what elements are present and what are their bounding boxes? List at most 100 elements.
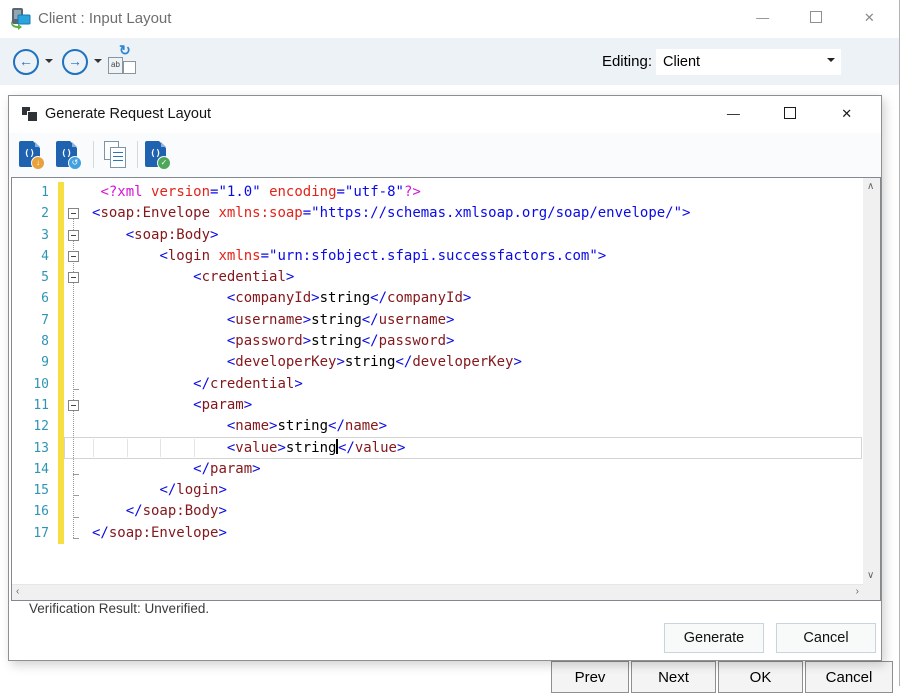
fold-margin xyxy=(64,374,86,395)
rename-ab-icon: ab xyxy=(108,57,123,74)
code-text: </login> xyxy=(86,480,227,501)
editor-content[interactable]: 1 <?xml version="1.0" encoding="utf-8"?>… xyxy=(12,178,880,600)
line-number: 12 xyxy=(12,416,58,437)
code-line[interactable]: 17</soap:Envelope> xyxy=(12,523,880,544)
line-number: 14 xyxy=(12,459,58,480)
verify-xml-button[interactable]: () ✓ xyxy=(145,141,166,167)
code-line[interactable]: 8 <password>string</password> xyxy=(12,331,880,352)
scroll-left-icon[interactable]: ‹ xyxy=(16,587,19,597)
main-maximize-button[interactable] xyxy=(789,0,842,38)
maximize-icon xyxy=(784,107,796,119)
dialog-minimize-button[interactable]: — xyxy=(705,96,762,133)
forward-dropdown-icon[interactable] xyxy=(94,59,102,67)
main-minimize-button[interactable]: — xyxy=(736,0,789,38)
cancel-button[interactable]: Cancel xyxy=(805,661,893,693)
prev-button[interactable]: Prev xyxy=(551,661,629,693)
code-line[interactable]: 5 <credential> xyxy=(12,267,880,288)
xml-editor[interactable]: 1 <?xml version="1.0" encoding="utf-8"?>… xyxy=(11,177,881,601)
fold-margin xyxy=(64,501,86,522)
dialog-maximize-button[interactable] xyxy=(762,96,819,133)
next-button[interactable]: Next xyxy=(631,661,716,693)
code-text: <companyId>string</companyId> xyxy=(86,288,471,309)
fold-margin xyxy=(64,480,86,501)
code-line[interactable]: 13 <value>string</value> xyxy=(12,438,880,459)
dialog-titlebar: Generate Request Layout — ✕ xyxy=(9,96,881,133)
line-number: 2 xyxy=(12,203,58,224)
code-line[interactable]: 4 <login xmlns="urn:sfobject.sfapi.succe… xyxy=(12,246,880,267)
fold-collapse-box[interactable] xyxy=(68,230,79,241)
fold-collapse-box[interactable] xyxy=(68,272,79,283)
copy-front-page-icon xyxy=(110,147,126,168)
line-number: 10 xyxy=(12,374,58,395)
generate-request-layout-dialog: Generate Request Layout — ✕ () ↓ () ↺ ()… xyxy=(8,95,882,661)
code-text: <name>string</name> xyxy=(86,416,387,437)
scroll-down-icon[interactable]: ∨ xyxy=(867,571,874,581)
maximize-icon xyxy=(810,11,822,23)
back-button[interactable]: ← xyxy=(13,49,39,75)
line-number: 8 xyxy=(12,331,58,352)
dialog-cancel-button[interactable]: Cancel xyxy=(776,623,876,653)
code-line[interactable]: 11 <param> xyxy=(12,395,880,416)
code-line[interactable]: 9 <developerKey>string</developerKey> xyxy=(12,352,880,373)
fold-collapse-box[interactable] xyxy=(68,208,79,219)
line-number: 17 xyxy=(12,523,58,544)
horizontal-scrollbar[interactable]: ‹ › xyxy=(12,584,863,600)
dialog-icon xyxy=(22,107,38,122)
toolbar-separator xyxy=(93,141,94,168)
code-text: <developerKey>string</developerKey> xyxy=(86,352,522,373)
ok-button[interactable]: OK xyxy=(718,661,803,693)
code-text: <username>string</username> xyxy=(86,310,454,331)
main-close-button[interactable]: ✕ xyxy=(843,0,896,38)
code-text: </credential> xyxy=(86,374,303,395)
fold-margin xyxy=(64,331,86,352)
scroll-up-icon[interactable]: ∧ xyxy=(867,182,874,192)
scrollbar-corner xyxy=(863,585,880,600)
reload-xml-button[interactable]: () ↺ xyxy=(56,141,77,167)
code-line[interactable]: 3 <soap:Body> xyxy=(12,225,880,246)
copy-button[interactable] xyxy=(103,141,127,168)
fold-collapse-box[interactable] xyxy=(68,400,79,411)
chevron-down-icon[interactable] xyxy=(827,58,835,66)
forward-button[interactable]: → xyxy=(62,49,88,75)
code-line[interactable]: 7 <username>string</username> xyxy=(12,310,880,331)
fold-margin xyxy=(64,182,86,203)
line-number: 13 xyxy=(12,438,58,459)
code-line[interactable]: 6 <companyId>string</companyId> xyxy=(12,288,880,309)
code-line[interactable]: 15 </login> xyxy=(12,480,880,501)
scroll-right-icon[interactable]: › xyxy=(856,587,859,597)
line-number: 6 xyxy=(12,288,58,309)
dialog-close-button[interactable]: ✕ xyxy=(818,96,875,133)
code-line[interactable]: 14 </param> xyxy=(12,459,880,480)
dialog-title: Generate Request Layout xyxy=(45,96,211,133)
toolbar-separator xyxy=(137,141,138,168)
code-line[interactable]: 1 <?xml version="1.0" encoding="utf-8"?> xyxy=(12,182,880,203)
fold-collapse-box[interactable] xyxy=(68,251,79,262)
code-line[interactable]: 16 </soap:Body> xyxy=(12,501,880,522)
check-badge-icon: ✓ xyxy=(157,156,171,170)
code-text: <?xml version="1.0" encoding="utf-8"?> xyxy=(86,182,421,203)
line-number: 4 xyxy=(12,246,58,267)
main-window-titlebar: Client : Input Layout — ✕ xyxy=(0,0,899,38)
download-badge-icon: ↓ xyxy=(31,156,45,170)
code-text: <param> xyxy=(86,395,252,416)
generate-button[interactable]: Generate xyxy=(664,623,764,653)
code-line[interactable]: 10 </credential> xyxy=(12,374,880,395)
code-text: <soap:Body> xyxy=(86,225,218,246)
line-number: 7 xyxy=(12,310,58,331)
line-number: 11 xyxy=(12,395,58,416)
code-line[interactable]: 2<soap:Envelope xmlns:soap="https://sche… xyxy=(12,203,880,224)
rename-box-icon xyxy=(123,61,136,74)
code-text: <password>string</password> xyxy=(86,331,454,352)
bottom-button-row: PrevNextOKCancel xyxy=(551,661,893,693)
code-text: <login xmlns="urn:sfobject.sfapi.success… xyxy=(86,246,606,267)
editing-combobox-value: Client xyxy=(663,49,700,75)
editing-combobox[interactable]: Client xyxy=(656,49,841,75)
save-xml-button[interactable]: () ↓ xyxy=(19,141,40,167)
rename-layout-button[interactable]: ab ↻ xyxy=(108,46,140,76)
back-dropdown-icon[interactable] xyxy=(45,59,53,67)
vertical-scrollbar[interactable]: ∧ ∨ xyxy=(863,178,880,585)
code-line[interactable]: 12 <name>string</name> xyxy=(12,416,880,437)
fold-margin xyxy=(64,438,86,459)
line-number: 1 xyxy=(12,182,58,203)
line-number: 16 xyxy=(12,501,58,522)
